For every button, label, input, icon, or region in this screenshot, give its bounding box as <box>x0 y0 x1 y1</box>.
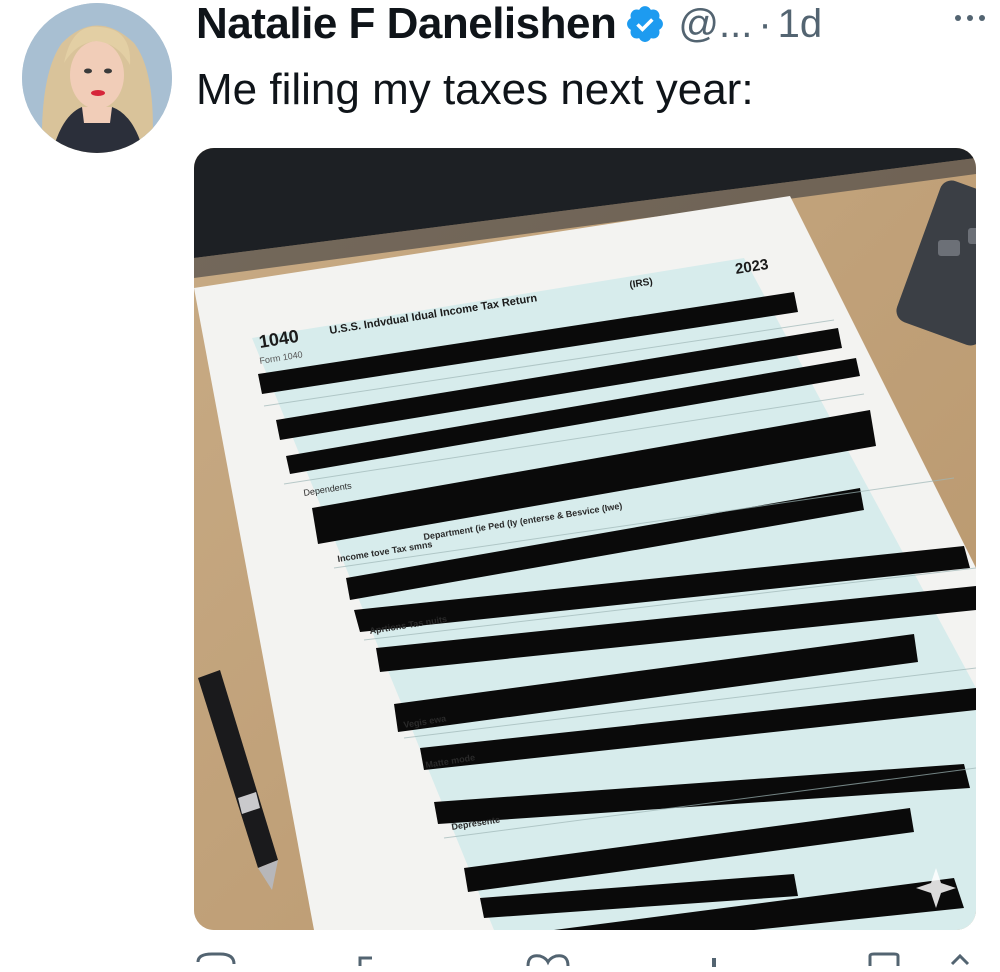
share-icon <box>950 953 970 966</box>
verified-badge-icon <box>624 3 666 45</box>
tweet-text: Me filing my taxes next year: <box>196 65 754 114</box>
action-bar <box>194 952 976 967</box>
like-icon <box>526 954 570 967</box>
timestamp[interactable]: 1d <box>778 2 823 47</box>
author-handle[interactable]: @... <box>678 2 752 47</box>
avatar-image <box>22 3 172 153</box>
tweet-media[interactable]: 1040 Form 1040 U.S.S. Indvdual Idual Inc… <box>194 148 976 930</box>
author-name[interactable]: Natalie F Danelishen <box>196 0 617 49</box>
bookmark-icon <box>868 952 900 966</box>
retweet-icon <box>358 956 372 966</box>
more-options-icon[interactable] <box>952 8 988 28</box>
separator-dot: · <box>758 1 772 46</box>
views-icon <box>712 958 716 967</box>
media-image: 1040 Form 1040 U.S.S. Indvdual Idual Inc… <box>194 148 976 930</box>
tweet-header: Natalie F Danelishen @... · 1d <box>196 0 986 48</box>
avatar[interactable] <box>22 3 172 153</box>
reply-icon <box>196 952 236 965</box>
